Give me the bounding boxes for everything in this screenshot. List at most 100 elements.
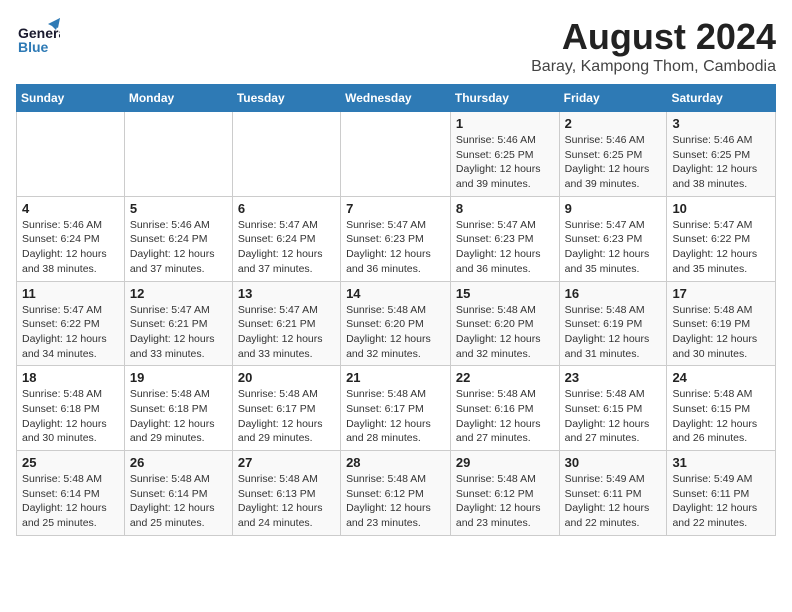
calendar-cell: 5 Sunrise: 5:46 AM Sunset: 6:24 PM Daylig… xyxy=(124,196,232,281)
title-area: August 2024 Baray, Kampong Thom, Cambodi… xyxy=(531,16,776,76)
day-detail: Sunrise: 5:47 AM Sunset: 6:22 PM Dayligh… xyxy=(672,218,770,277)
day-detail: Sunrise: 5:49 AM Sunset: 6:11 PM Dayligh… xyxy=(565,472,662,531)
calendar-cell: 19Sunrise: 5:48 AM Sunset: 6:18 PM Dayli… xyxy=(124,366,232,451)
calendar-cell: 1 Sunrise: 5:46 AM Sunset: 6:25 PM Daylig… xyxy=(450,112,559,197)
day-number: 9 xyxy=(565,201,662,216)
calendar-week-row: 18 Sunrise: 5:48 AM Sunset: 6:18 PM Dayli… xyxy=(17,366,776,451)
weekday-header: Monday xyxy=(124,85,232,112)
day-detail: Sunrise: 5:47 AM Sunset: 6:24 PM Dayligh… xyxy=(238,218,335,277)
page-header: General Blue August 2024 Baray, Kampong … xyxy=(16,16,776,76)
day-detail: Sunrise: 5:46 AM Sunset: 6:24 PM Dayligh… xyxy=(22,218,119,277)
calendar-body: 1 Sunrise: 5:46 AM Sunset: 6:25 PM Daylig… xyxy=(17,112,776,536)
day-detail: Sunrise: 5:47 AM Sunset: 6:23 PM Dayligh… xyxy=(456,218,554,277)
day-detail: Sunrise: 5:48 AM Sunset: 6:20 PM Dayligh… xyxy=(346,303,445,362)
calendar-cell: 7 Sunrise: 5:47 AM Sunset: 6:23 PM Daylig… xyxy=(341,196,451,281)
day-number: 30 xyxy=(565,455,662,470)
day-detail: Sunrise: 5:48 AM Sunset: 6:14 PM Dayligh… xyxy=(22,472,119,531)
weekday-header: Saturday xyxy=(667,85,776,112)
calendar-week-row: 11 Sunrise: 5:47 AM Sunset: 6:22 PM Dayli… xyxy=(17,281,776,366)
day-detail: Sunrise: 5:47 AM Sunset: 6:23 PM Dayligh… xyxy=(565,218,662,277)
day-detail: Sunrise: 5:46 AM Sunset: 6:25 PM Dayligh… xyxy=(456,133,554,192)
calendar-cell: 12Sunrise: 5:47 AM Sunset: 6:21 PM Dayli… xyxy=(124,281,232,366)
calendar-cell: 4 Sunrise: 5:46 AM Sunset: 6:24 PM Daylig… xyxy=(17,196,125,281)
calendar-cell xyxy=(17,112,125,197)
day-detail: Sunrise: 5:49 AM Sunset: 6:11 PM Dayligh… xyxy=(672,472,770,531)
calendar-cell: 18Sunrise: 5:48 AM Sunset: 6:18 PM Dayli… xyxy=(17,366,125,451)
calendar-cell: 8 Sunrise: 5:47 AM Sunset: 6:23 PM Daylig… xyxy=(450,196,559,281)
day-detail: Sunrise: 5:46 AM Sunset: 6:25 PM Dayligh… xyxy=(672,133,770,192)
day-number: 7 xyxy=(346,201,445,216)
day-number: 20 xyxy=(238,370,335,385)
day-number: 16 xyxy=(565,286,662,301)
calendar-week-row: 25 Sunrise: 5:48 AM Sunset: 6:14 PM Dayli… xyxy=(17,451,776,536)
day-number: 6 xyxy=(238,201,335,216)
svg-text:Blue: Blue xyxy=(18,39,49,55)
calendar-cell: 3Sunrise: 5:46 AM Sunset: 6:25 PM Daylig… xyxy=(667,112,776,197)
calendar-cell: 9 Sunrise: 5:47 AM Sunset: 6:23 PM Daylig… xyxy=(559,196,667,281)
calendar-cell xyxy=(124,112,232,197)
day-detail: Sunrise: 5:47 AM Sunset: 6:21 PM Dayligh… xyxy=(130,303,227,362)
day-detail: Sunrise: 5:48 AM Sunset: 6:15 PM Dayligh… xyxy=(672,387,770,446)
day-detail: Sunrise: 5:48 AM Sunset: 6:18 PM Dayligh… xyxy=(130,387,227,446)
calendar-cell: 25 Sunrise: 5:48 AM Sunset: 6:14 PM Dayli… xyxy=(17,451,125,536)
day-number: 5 xyxy=(130,201,227,216)
weekday-header: Tuesday xyxy=(232,85,340,112)
logo: General Blue xyxy=(16,16,60,60)
day-number: 22 xyxy=(456,370,554,385)
calendar-table: SundayMondayTuesdayWednesdayThursdayFrid… xyxy=(16,84,776,536)
day-number: 29 xyxy=(456,455,554,470)
day-detail: Sunrise: 5:46 AM Sunset: 6:24 PM Dayligh… xyxy=(130,218,227,277)
calendar-cell: 24 Sunrise: 5:48 AM Sunset: 6:15 PM Dayli… xyxy=(667,366,776,451)
calendar-week-row: 1 Sunrise: 5:46 AM Sunset: 6:25 PM Daylig… xyxy=(17,112,776,197)
day-detail: Sunrise: 5:47 AM Sunset: 6:21 PM Dayligh… xyxy=(238,303,335,362)
day-detail: Sunrise: 5:48 AM Sunset: 6:14 PM Dayligh… xyxy=(130,472,227,531)
calendar-cell: 26 Sunrise: 5:48 AM Sunset: 6:14 PM Dayli… xyxy=(124,451,232,536)
day-number: 28 xyxy=(346,455,445,470)
day-detail: Sunrise: 5:48 AM Sunset: 6:12 PM Dayligh… xyxy=(456,472,554,531)
day-number: 10 xyxy=(672,201,770,216)
day-number: 4 xyxy=(22,201,119,216)
day-number: 26 xyxy=(130,455,227,470)
calendar-cell: 16Sunrise: 5:48 AM Sunset: 6:19 PM Dayli… xyxy=(559,281,667,366)
location: Baray, Kampong Thom, Cambodia xyxy=(531,58,776,76)
weekday-row: SundayMondayTuesdayWednesdayThursdayFrid… xyxy=(17,85,776,112)
calendar-cell: 20 Sunrise: 5:48 AM Sunset: 6:17 PM Dayli… xyxy=(232,366,340,451)
calendar-cell xyxy=(232,112,340,197)
calendar-cell: 2Sunrise: 5:46 AM Sunset: 6:25 PM Daylig… xyxy=(559,112,667,197)
calendar-cell: 6 Sunrise: 5:47 AM Sunset: 6:24 PM Daylig… xyxy=(232,196,340,281)
day-detail: Sunrise: 5:48 AM Sunset: 6:17 PM Dayligh… xyxy=(238,387,335,446)
day-number: 14 xyxy=(346,286,445,301)
weekday-header: Friday xyxy=(559,85,667,112)
day-detail: Sunrise: 5:47 AM Sunset: 6:23 PM Dayligh… xyxy=(346,218,445,277)
day-detail: Sunrise: 5:48 AM Sunset: 6:19 PM Dayligh… xyxy=(672,303,770,362)
day-number: 27 xyxy=(238,455,335,470)
calendar-week-row: 4 Sunrise: 5:46 AM Sunset: 6:24 PM Daylig… xyxy=(17,196,776,281)
day-number: 21 xyxy=(346,370,445,385)
calendar-cell: 10 Sunrise: 5:47 AM Sunset: 6:22 PM Dayli… xyxy=(667,196,776,281)
day-number: 17 xyxy=(672,286,770,301)
calendar-cell: 29 Sunrise: 5:48 AM Sunset: 6:12 PM Dayli… xyxy=(450,451,559,536)
day-number: 25 xyxy=(22,455,119,470)
calendar-header: SundayMondayTuesdayWednesdayThursdayFrid… xyxy=(17,85,776,112)
calendar-cell xyxy=(341,112,451,197)
day-detail: Sunrise: 5:47 AM Sunset: 6:22 PM Dayligh… xyxy=(22,303,119,362)
calendar-cell: 14 Sunrise: 5:48 AM Sunset: 6:20 PM Dayli… xyxy=(341,281,451,366)
calendar-cell: 23 Sunrise: 5:48 AM Sunset: 6:15 PM Dayli… xyxy=(559,366,667,451)
calendar-cell: 15Sunrise: 5:48 AM Sunset: 6:20 PM Dayli… xyxy=(450,281,559,366)
logo-icon: General Blue xyxy=(16,16,60,60)
day-number: 31 xyxy=(672,455,770,470)
weekday-header: Thursday xyxy=(450,85,559,112)
day-number: 8 xyxy=(456,201,554,216)
day-detail: Sunrise: 5:48 AM Sunset: 6:15 PM Dayligh… xyxy=(565,387,662,446)
month-year: August 2024 xyxy=(531,16,776,58)
calendar-cell: 22Sunrise: 5:48 AM Sunset: 6:16 PM Dayli… xyxy=(450,366,559,451)
day-number: 2 xyxy=(565,116,662,131)
day-number: 15 xyxy=(456,286,554,301)
calendar-cell: 17 Sunrise: 5:48 AM Sunset: 6:19 PM Dayli… xyxy=(667,281,776,366)
day-number: 11 xyxy=(22,286,119,301)
day-number: 23 xyxy=(565,370,662,385)
day-number: 1 xyxy=(456,116,554,131)
day-number: 18 xyxy=(22,370,119,385)
day-number: 24 xyxy=(672,370,770,385)
weekday-header: Sunday xyxy=(17,85,125,112)
